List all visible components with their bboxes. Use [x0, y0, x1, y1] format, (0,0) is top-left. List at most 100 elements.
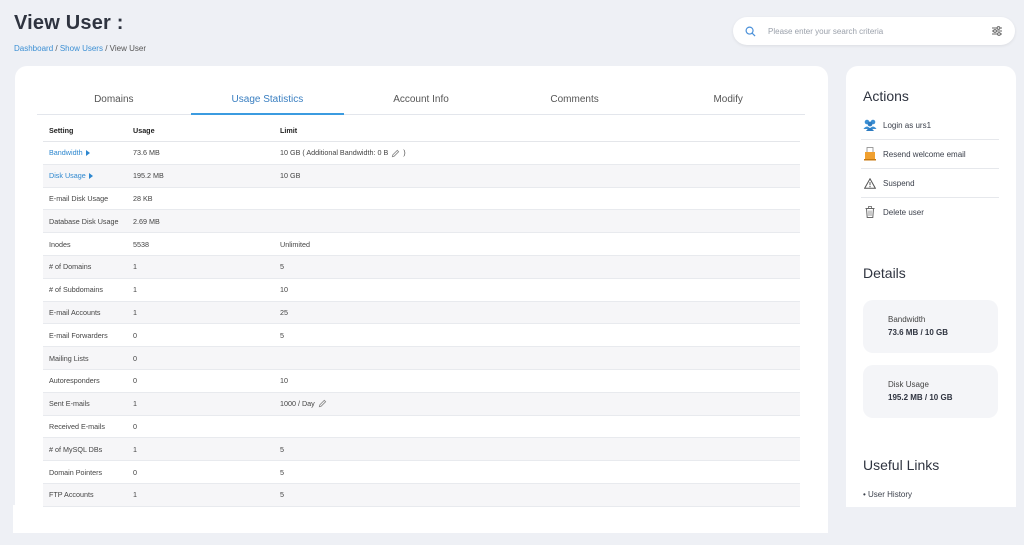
setting-cell[interactable]: Bandwidth [43, 141, 127, 165]
usage-cell: 1 [127, 437, 274, 462]
usage-cell: 2.69 MB [127, 209, 274, 234]
action-label: Suspend [883, 178, 915, 188]
detail-label: Bandwidth [888, 315, 926, 324]
breadcrumb-separator: / [55, 44, 58, 53]
setting-cell: Autoresponders [43, 369, 127, 393]
tab-domains[interactable]: Domains [37, 88, 191, 114]
bandwidth-link[interactable]: Bandwidth [49, 148, 83, 157]
actions-list: Login as urs1 Resend welcome email Suspe… [861, 111, 999, 226]
search-input[interactable] [766, 25, 991, 37]
search-icon [745, 26, 756, 37]
detail-value: 195.2 MB / 10 GB [888, 393, 953, 402]
breadcrumb-show-users[interactable]: Show Users [60, 44, 103, 53]
setting-cell: Sent E-mails [43, 392, 127, 416]
email-icon [863, 147, 877, 161]
table-row: # of Subdomains 1 10 [43, 278, 800, 302]
page-header: View User : Dashboard / Show Users / Vie… [14, 12, 146, 53]
table-header-row: Setting Usage Limit [43, 120, 800, 142]
tab-account-info[interactable]: Account Info [344, 88, 498, 114]
action-label: Login as urs1 [883, 120, 932, 130]
filter-settings-icon[interactable] [991, 25, 1003, 37]
limit-cell: 5 [274, 323, 800, 348]
resend-welcome-email-button[interactable]: Resend welcome email [861, 140, 999, 169]
setting-cell: Mailing Lists [43, 346, 127, 370]
setting-cell: FTP Accounts [43, 483, 127, 507]
users-icon [863, 118, 877, 132]
limit-value: 1000 / Day [280, 398, 315, 408]
action-label: Delete user [883, 207, 924, 217]
header-limit: Limit [274, 120, 800, 142]
table-row: Inodes 5538 Unlimited [43, 232, 800, 256]
limit-cell: 10 GB [274, 164, 800, 188]
detail-label: Disk Usage [888, 380, 929, 389]
limit-cell [274, 415, 800, 439]
table-row: Disk Usage 195.2 MB 10 GB [43, 164, 800, 188]
limit-value: 10 GB ( Additional Bandwidth: 0 B [280, 148, 389, 158]
limit-cell: 10 [274, 369, 800, 393]
limit-cell: 5 [274, 255, 800, 279]
table-row: Bandwidth 73.6 MB 10 GB ( Additional Ban… [43, 141, 800, 165]
usage-cell: 1 [127, 301, 274, 325]
limit-cell: 1000 / Day [274, 392, 800, 416]
setting-cell: Received E-mails [43, 415, 127, 439]
user-history-link[interactable]: • User History [863, 490, 912, 499]
tab-bar: Domains Usage Statistics Account Info Co… [37, 88, 805, 115]
suspend-button[interactable]: Suspend [861, 169, 999, 198]
usage-cell: 0 [127, 346, 274, 370]
limit-cell [274, 209, 800, 234]
caret-right-icon [88, 173, 93, 180]
header-setting: Setting [43, 120, 127, 142]
setting-cell[interactable]: Disk Usage [43, 164, 127, 188]
tab-modify[interactable]: Modify [651, 88, 805, 114]
usage-cell: 195.2 MB [127, 164, 274, 188]
setting-cell: E-mail Forwarders [43, 323, 127, 348]
breadcrumb-current: View User [109, 44, 146, 53]
bandwidth-detail-card: Bandwidth 73.6 MB / 10 GB [863, 300, 998, 353]
warning-icon [863, 176, 877, 190]
tab-comments[interactable]: Comments [498, 88, 652, 114]
limit-cell: 10 GB ( Additional Bandwidth: 0 B) [274, 141, 800, 165]
setting-cell: Domain Pointers [43, 460, 127, 484]
disk-usage-detail-card: Disk Usage 195.2 MB / 10 GB [863, 365, 998, 418]
usage-table: Setting Usage Limit Bandwidth 73.6 MB 10… [43, 120, 800, 507]
header-usage: Usage [127, 120, 274, 142]
table-row: Autoresponders 0 10 [43, 369, 800, 393]
tab-usage-statistics[interactable]: Usage Statistics [190, 88, 345, 115]
details-title: Details [863, 265, 906, 281]
usage-cell: 0 [127, 415, 274, 439]
table-row: # of MySQL DBs 1 5 [43, 437, 800, 462]
usage-cell: 73.6 MB [127, 141, 274, 165]
login-as-user-button[interactable]: Login as urs1 [861, 111, 999, 140]
usage-cell: 1 [127, 483, 274, 507]
table-row: Received E-mails 0 [43, 415, 800, 439]
search-box[interactable] [733, 17, 1015, 45]
limit-cell: 5 [274, 437, 800, 462]
usage-cell: 1 [127, 255, 274, 279]
breadcrumb: Dashboard / Show Users / View User [14, 44, 146, 53]
actions-title: Actions [863, 88, 909, 104]
pencil-icon[interactable] [391, 149, 400, 158]
table-row: E-mail Disk Usage 28 KB [43, 187, 800, 211]
detail-value: 73.6 MB / 10 GB [888, 328, 949, 337]
limit-cell: 25 [274, 301, 800, 325]
sidebar-card: Actions Login as urs1 Resend welcome ema… [846, 66, 1016, 507]
limit-cell [274, 187, 800, 211]
table-row: E-mail Forwarders 0 5 [43, 323, 800, 348]
table-row: E-mail Accounts 1 25 [43, 301, 800, 325]
delete-user-button[interactable]: Delete user [861, 198, 999, 226]
usage-cell: 0 [127, 460, 274, 484]
page-title: View User : [14, 12, 124, 34]
card-edge [13, 505, 31, 533]
limit-cell: Unlimited [274, 232, 800, 256]
main-card: Domains Usage Statistics Account Info Co… [15, 66, 828, 533]
trash-icon [863, 205, 877, 219]
table-row: Database Disk Usage 2.69 MB [43, 209, 800, 234]
setting-cell: # of Subdomains [43, 278, 127, 302]
pencil-icon[interactable] [318, 399, 327, 408]
breadcrumb-separator: / [105, 44, 108, 53]
usage-cell: 0 [127, 323, 274, 348]
useful-links-title: Useful Links [863, 457, 940, 473]
breadcrumb-dashboard[interactable]: Dashboard [14, 44, 53, 53]
limit-cell: 5 [274, 483, 800, 507]
disk-usage-link[interactable]: Disk Usage [49, 171, 86, 180]
